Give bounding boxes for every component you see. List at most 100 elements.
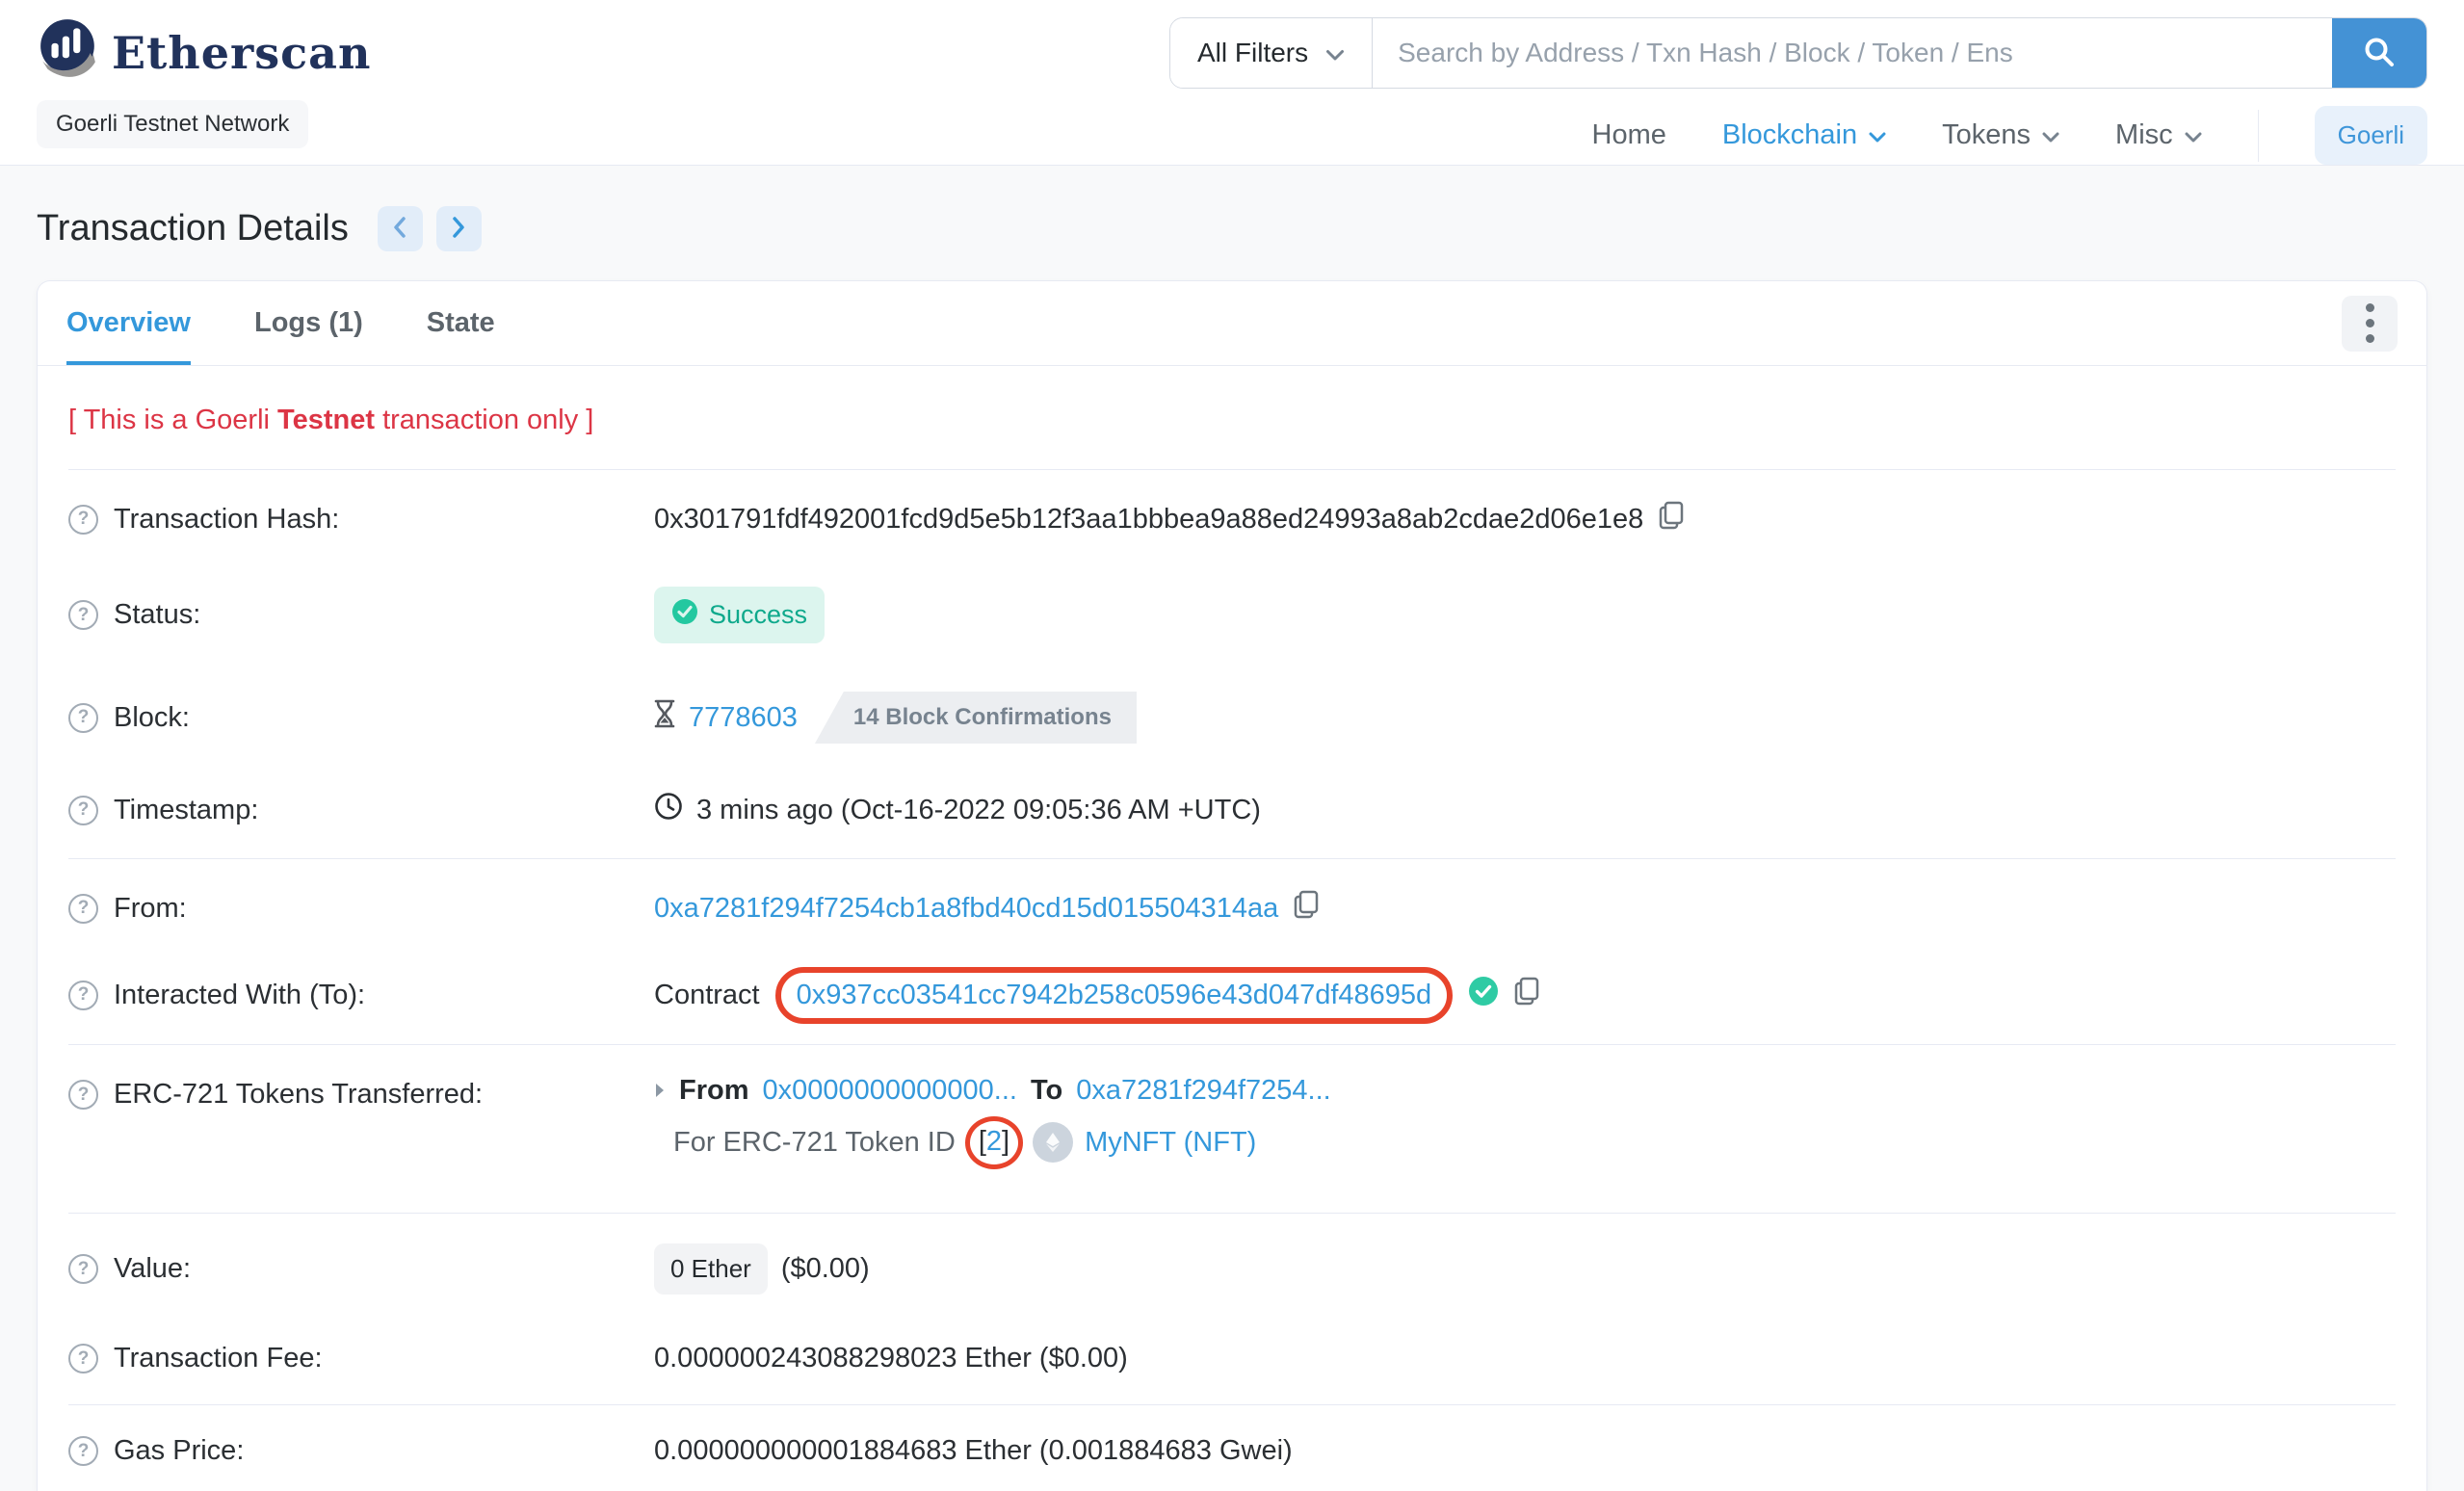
gas-price-label: Gas Price: [114,1435,245,1466]
transaction-card: Overview Logs (1) State [ This is a Goer… [37,280,2427,1491]
help-icon[interactable]: ? [68,795,98,825]
row-value: 0.000000000001884683 Ether (0.001884683 … [654,1435,1293,1467]
nav-home[interactable]: Home [1592,119,1666,151]
eth-token-icon [1033,1122,1074,1163]
help-icon[interactable]: ? [68,1080,98,1110]
search-bar: All Filters [1169,17,2427,89]
gas-price-value: 0.000000000001884683 Ether (0.001884683 … [654,1435,1293,1466]
block-number-link[interactable]: 7778603 [689,702,798,734]
erc721-label: ERC-721 Tokens Transferred: [114,1079,484,1110]
nav-blockchain[interactable]: Blockchain [1722,119,1886,151]
value-label: Value: [114,1253,192,1284]
erc721-from-address-link[interactable]: 0x0000000000000... [763,1075,1017,1107]
hourglass-icon [654,699,675,736]
nav-misc[interactable]: Misc [2115,119,2202,151]
row-value: Contract 0x937cc03541cc7942b258c0596e43d… [654,966,1541,1024]
row-label: ? Block: [68,702,654,734]
divider [68,1044,2396,1045]
copy-icon[interactable] [1512,976,1541,1014]
more-options-button[interactable] [2342,295,2398,352]
search-filter-dropdown[interactable]: All Filters [1170,18,1374,88]
chevron-right-icon [452,217,465,241]
header-left: Etherscan Goerli Testnet Network [37,17,371,165]
from-label: From: [114,892,187,924]
row-gas-price: ? Gas Price: 0.000000000001884683 Ether … [68,1411,2396,1491]
help-icon[interactable]: ? [68,1344,98,1373]
row-timestamp: ? Timestamp: 3 mins ago (Oct-16-2022 09:… [68,768,2396,852]
network-switch-button[interactable]: Goerli [2314,106,2427,165]
transaction-fee-label: Transaction Fee: [114,1343,323,1373]
row-label: ? Transaction Fee: [68,1343,654,1374]
clock-icon [654,792,683,828]
row-label: ? Status: [68,599,654,631]
help-icon[interactable]: ? [68,600,98,630]
token-id-link[interactable]: 2 [986,1126,1002,1157]
status-text: Success [709,600,808,629]
interacted-with-label: Interacted With (To): [114,979,366,1010]
usd-value: ($0.00) [780,1253,870,1284]
divider [68,1213,2396,1214]
row-label: ? Transaction Hash: [68,504,654,536]
row-label: ? Timestamp: [68,795,654,826]
next-transaction-button[interactable] [435,206,482,251]
erc721-to-label: To [1030,1075,1063,1106]
timestamp-label: Timestamp: [114,794,259,825]
caret-right-icon[interactable] [654,1075,666,1107]
search-input[interactable] [1373,18,2332,88]
help-icon[interactable]: ? [68,504,98,535]
search-button[interactable] [2332,18,2426,88]
token-name-link[interactable]: MyNFT (NFT) [1085,1127,1256,1159]
tab-state[interactable]: State [427,281,495,365]
row-erc721-transfers: ? ERC-721 Tokens Transferred: From 0x000… [68,1051,2396,1207]
row-label: ? Interacted With (To): [68,980,654,1011]
site-header: Etherscan Goerli Testnet Network All Fil… [0,0,2464,166]
copy-icon[interactable] [1292,889,1321,928]
help-icon[interactable]: ? [68,1254,98,1284]
row-value-ether: ? Value: 0 Ether ($0.00) [68,1219,2396,1319]
nav-tokens[interactable]: Tokens [1942,119,2059,151]
previous-transaction-button[interactable] [377,206,423,251]
help-icon[interactable]: ? [68,980,98,1010]
contract-address-link[interactable]: 0x937cc03541cc7942b258c0596e43d047df4869… [797,980,1432,1010]
filter-label: All Filters [1197,38,1309,67]
nav-tokens-label: Tokens [1942,119,2031,150]
row-transaction-fee: ? Transaction Fee: 0.000000243088298023 … [68,1319,2396,1399]
row-label: ? From: [68,893,654,925]
network-badge: Goerli Testnet Network [37,100,309,148]
transaction-hash-label: Transaction Hash: [114,503,340,535]
block-label: Block: [114,701,190,733]
timestamp-value: 3 mins ago (Oct-16-2022 09:05:36 AM +UTC… [696,794,1261,825]
kebab-menu-icon [2365,303,2374,343]
token-id-bracket: [ [978,1125,986,1157]
chevron-down-icon [2185,119,2202,151]
row-value: 0.000000243088298023 Ether ($0.00) [654,1343,1128,1374]
row-value: 0x301791fdf492001fcd9d5e5b12f3aa1bbbea9a… [654,500,1686,538]
from-address-link[interactable]: 0xa7281f294f7254cb1a8fbd40cd15d015504314… [654,893,1278,925]
erc721-to-address-link[interactable]: 0xa7281f294f7254... [1076,1075,1330,1107]
help-icon[interactable]: ? [68,1436,98,1466]
help-icon[interactable]: ? [68,702,98,733]
nav-misc-label: Misc [2115,119,2173,150]
tab-logs[interactable]: Logs (1) [254,281,363,365]
erc721-line1: From 0x0000000000000... To 0xa7281f294f7… [654,1075,1331,1107]
etherscan-logo[interactable]: Etherscan [37,17,371,89]
status-label: Status: [114,599,201,630]
testnet-warning: [ This is a Goerli Testnet transaction o… [68,374,2396,463]
row-label: ? ERC-721 Tokens Transferred: [68,1075,654,1111]
row-value: 0 Ether ($0.00) [654,1243,870,1295]
transaction-fee-value: 0.000000243088298023 Ether ($0.00) [654,1343,1128,1373]
erc721-transfer-item: From 0x0000000000000... To 0xa7281f294f7… [654,1075,1331,1169]
tab-overview[interactable]: Overview [66,281,191,365]
nav-divider [2257,109,2259,162]
divider [68,469,2396,470]
copy-icon[interactable] [1657,500,1686,538]
header-right: All Filters Home Blockchain [1169,17,2427,165]
divider [68,1404,2396,1405]
warning-prefix: [ This is a Goerli [68,405,278,435]
ether-value-badge: 0 Ether [654,1243,768,1295]
status-badge: Success [654,587,826,643]
help-icon[interactable]: ? [68,893,98,924]
row-label: ? Value: [68,1253,654,1285]
nav-blockchain-label: Blockchain [1721,119,1858,150]
row-block: ? Block: 7778603 14 Block Confirmations [68,667,2396,768]
